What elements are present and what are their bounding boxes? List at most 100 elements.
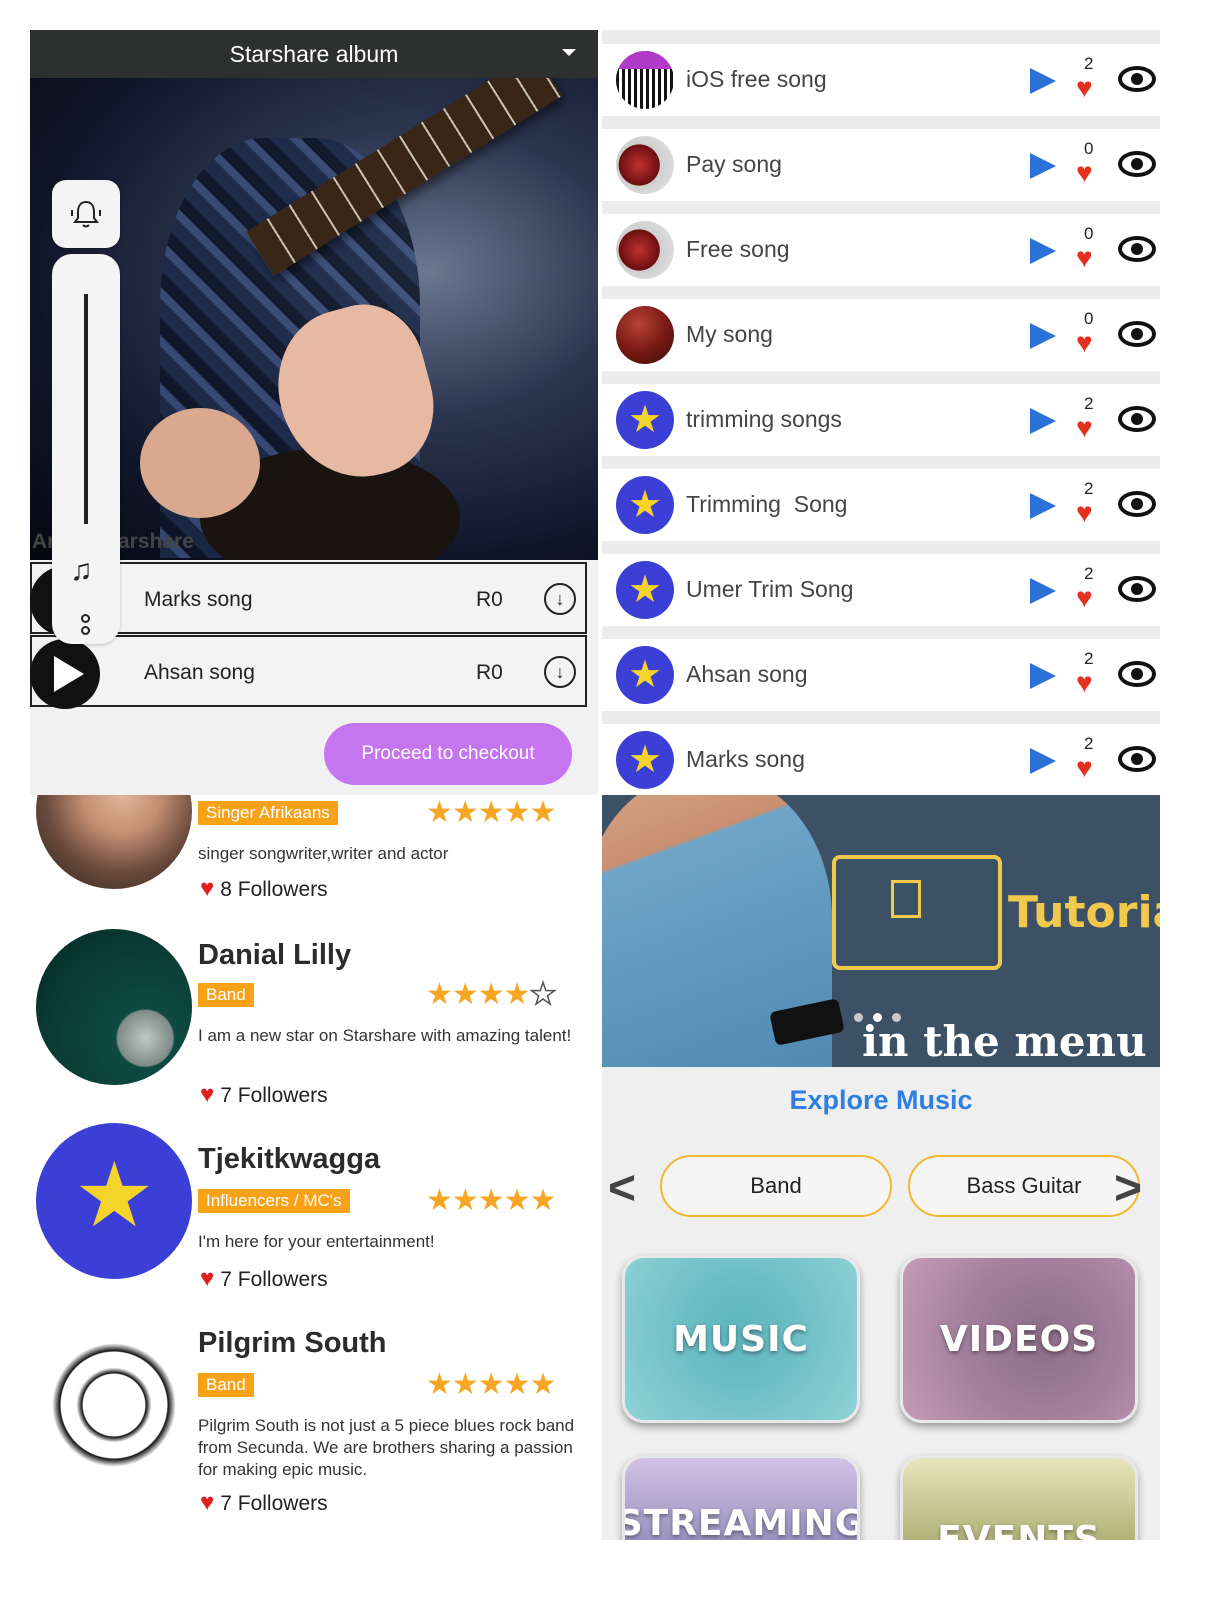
heart-icon[interactable]: ♥ <box>1076 584 1093 612</box>
banner-line: in the menu <box>862 1017 1147 1066</box>
eye-icon[interactable] <box>1118 661 1156 687</box>
avatar[interactable] <box>36 795 192 889</box>
eye-icon[interactable] <box>1118 321 1156 347</box>
music-note-icon[interactable]: ♫ <box>70 554 93 588</box>
artist-bio: Pilgrim South is not just a 5 piece blue… <box>198 1416 575 1479</box>
more-options-icon[interactable] <box>81 614 91 638</box>
play-icon[interactable] <box>30 639 100 709</box>
list-item[interactable]: Umer Trim Song 2 ♥ <box>602 554 1160 626</box>
play-icon[interactable] <box>1030 408 1056 434</box>
heart-icon[interactable]: ♥ <box>1076 669 1093 697</box>
avatar[interactable] <box>36 1123 192 1279</box>
song-title: Free song <box>686 236 790 262</box>
song-name: Ahsan song <box>144 661 255 684</box>
list-item[interactable]: Marks song 2 ♥ <box>602 724 1160 795</box>
song-thumbnail <box>616 391 674 449</box>
artist-card[interactable]: Danial Lilly Band ★★★★★ I am a new star … <box>30 925 598 1125</box>
tile-videos[interactable]: VIDEOS <box>900 1255 1138 1423</box>
album-dropdown[interactable]: Starshare album <box>30 30 598 78</box>
artist-card[interactable]: Tjekitkwagga Influencers / MC's ★★★★★ I'… <box>30 1123 598 1323</box>
download-icon[interactable]: ↓ <box>544 583 576 615</box>
list-item[interactable]: My song 0 ♥ <box>602 299 1160 371</box>
play-icon[interactable] <box>1030 238 1056 264</box>
category-chip[interactable]: Band <box>660 1155 892 1217</box>
eye-icon[interactable] <box>1118 491 1156 517</box>
artist-name[interactable]: Danial Lilly <box>198 939 351 972</box>
list-item[interactable]: Ahsan song 2 ♥ <box>602 639 1160 711</box>
album-song-row[interactable]: Ahsan song R0 ↓ <box>30 635 587 709</box>
artist-bio: I'm here for your entertainment! <box>198 1232 435 1251</box>
song-thumbnail <box>616 136 674 194</box>
artist-category-badge: Band <box>198 983 254 1007</box>
volume-slider[interactable]: ♫ <box>52 254 120 644</box>
song-title: trimming songs <box>686 406 842 432</box>
heart-icon[interactable]: ♥ <box>1076 754 1093 782</box>
heart-icon[interactable]: ♥ <box>1076 329 1093 357</box>
avatar[interactable] <box>36 1327 192 1483</box>
artist-card[interactable]: Singer Afrikaans ★★★★★ singer songwriter… <box>30 795 598 933</box>
artist-name[interactable]: Pilgrim South <box>198 1327 387 1360</box>
song-list: iOS free song 2 ♥ Pay song 0 ♥ Free song… <box>602 30 1160 795</box>
play-icon[interactable] <box>1030 493 1056 519</box>
volume-track[interactable] <box>84 294 88 524</box>
like-count: 2 <box>1084 394 1094 413</box>
tile-streaming[interactable]: STREAMING <box>622 1455 860 1540</box>
heart-icon[interactable]: ♥ <box>200 875 214 902</box>
song-thumbnail <box>616 646 674 704</box>
artist-bio: singer songwriter,writer and actor <box>198 844 449 863</box>
heart-icon[interactable]: ♥ <box>200 1489 214 1516</box>
eye-icon[interactable] <box>1118 406 1156 432</box>
play-icon[interactable] <box>1030 663 1056 689</box>
play-icon[interactable] <box>1030 323 1056 349</box>
followers-count: ♥ 8 Followers <box>200 875 328 902</box>
heart-icon[interactable]: ♥ <box>200 1265 214 1292</box>
song-thumbnail <box>616 51 674 109</box>
song-name: Marks song <box>144 588 253 611</box>
play-icon[interactable] <box>1030 153 1056 179</box>
eye-icon[interactable] <box>1118 236 1156 262</box>
album-title: Starshare album <box>229 40 399 67</box>
list-item[interactable]: Pay song 0 ♥ <box>602 129 1160 201</box>
tile-music[interactable]: MUSIC <box>622 1255 860 1423</box>
play-icon[interactable] <box>1030 748 1056 774</box>
song-thumbnail <box>616 306 674 364</box>
heart-icon[interactable]: ♥ <box>1076 159 1093 187</box>
checkout-button[interactable]: Proceed to checkout <box>324 723 572 785</box>
list-item[interactable]: Free song 0 ♥ <box>602 214 1160 286</box>
chevron-left-icon[interactable]: < <box>608 1161 636 1216</box>
eye-icon[interactable] <box>1118 576 1156 602</box>
list-item[interactable]: trimming songs 2 ♥ <box>602 384 1160 456</box>
ringer-volume-button[interactable] <box>52 180 120 248</box>
artist-name[interactable]: Tjekitkwagga <box>198 1143 380 1176</box>
artist-category-badge: Influencers / MC's <box>198 1189 350 1213</box>
heart-icon[interactable]: ♥ <box>1076 244 1093 272</box>
album-panel: Starshare album Ar arshare Marks song R0… <box>30 30 598 795</box>
heart-icon[interactable]: ♥ <box>1076 414 1093 442</box>
list-item[interactable]: iOS free song 2 ♥ <box>602 44 1160 116</box>
star-rating: ★★★★★ <box>426 977 557 1012</box>
eye-icon[interactable] <box>1118 746 1156 772</box>
tutorial-banner[interactable]: Tutoria in the menu <box>602 795 1160 1067</box>
like-count: 2 <box>1084 564 1094 583</box>
eye-icon[interactable] <box>1118 151 1156 177</box>
star-rating: ★★★★★ <box>426 796 556 829</box>
play-icon[interactable] <box>1030 68 1056 94</box>
chevron-right-icon[interactable]: > <box>1114 1161 1142 1216</box>
artist-card[interactable]: Pilgrim South Band ★★★★★ Pilgrim South i… <box>30 1319 598 1549</box>
tile-events[interactable]: EVENTS <box>900 1455 1138 1540</box>
eye-icon[interactable] <box>1118 66 1156 92</box>
song-price: R0 <box>476 588 503 611</box>
song-thumbnail <box>616 476 674 534</box>
play-icon[interactable] <box>1030 578 1056 604</box>
download-icon[interactable]: ↓ <box>544 656 576 688</box>
chevron-down-icon[interactable] <box>562 49 576 56</box>
star-rating: ★★★★★ <box>426 1368 556 1401</box>
category-chip[interactable]: Bass Guitar <box>908 1155 1140 1217</box>
heart-icon[interactable]: ♥ <box>200 1081 214 1108</box>
list-item[interactable]: Trimming Song 2 ♥ <box>602 469 1160 541</box>
avatar[interactable] <box>36 929 192 1085</box>
heart-icon[interactable]: ♥ <box>1076 74 1093 102</box>
like-count: 0 <box>1084 309 1094 328</box>
heart-icon[interactable]: ♥ <box>1076 499 1093 527</box>
song-price: R0 <box>476 661 503 684</box>
